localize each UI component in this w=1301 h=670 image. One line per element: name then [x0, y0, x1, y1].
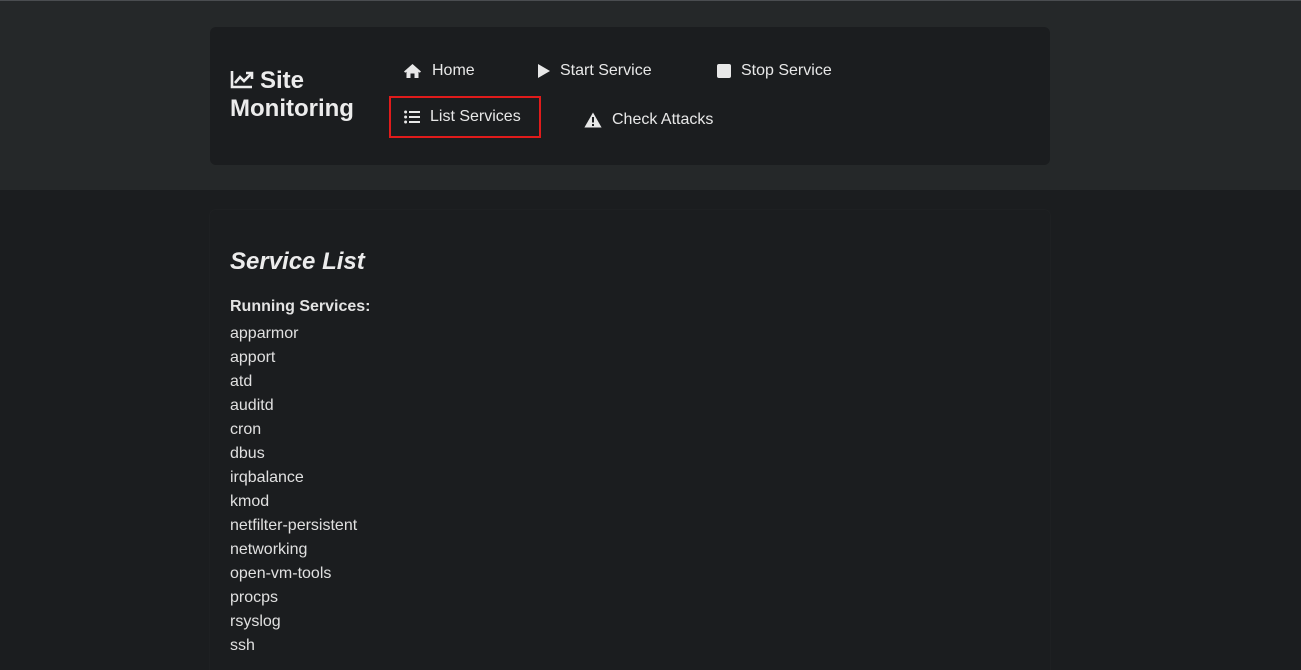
nav-list-services[interactable]: List Services [389, 96, 541, 138]
service-item: ssh [230, 637, 255, 654]
service-item: procps [230, 589, 279, 606]
list-icon [404, 110, 420, 124]
service-item: networking [230, 541, 308, 558]
running-services-label: Running Services: [230, 298, 371, 315]
service-item: irqbalance [230, 469, 304, 486]
nav-check-attacks-label: Check Attacks [612, 111, 714, 128]
header-card: Site Monitoring Home Start Service Stop … [210, 27, 1050, 165]
nav-start-service[interactable]: Start Service [537, 61, 652, 81]
warning-icon [584, 112, 602, 128]
service-list: apparmor apport atd auditd cron dbus irq… [230, 322, 357, 658]
stop-icon [717, 64, 731, 78]
service-item: netfilter-persistent [230, 517, 358, 534]
chart-line-icon [230, 71, 254, 89]
nav-check-attacks[interactable]: Check Attacks [584, 110, 713, 130]
nav-home[interactable]: Home [403, 61, 475, 81]
nav-list-services-label: List Services [430, 108, 521, 125]
service-item: apparmor [230, 325, 299, 342]
service-item: rsyslog [230, 613, 281, 630]
service-item: kmod [230, 493, 270, 510]
site-brand[interactable]: Site Monitoring [230, 67, 380, 123]
play-icon [538, 64, 550, 78]
service-item: cron [230, 421, 262, 438]
nav-stop-service[interactable]: Stop Service [716, 61, 832, 81]
nav-start-service-label: Start Service [560, 62, 652, 79]
nav-stop-service-label: Stop Service [741, 62, 832, 79]
content-card: Service List Running Services: apparmor … [210, 210, 1050, 670]
nav-home-label: Home [432, 62, 475, 79]
service-item: apport [230, 349, 276, 366]
service-item: atd [230, 373, 253, 390]
service-item: dbus [230, 445, 265, 462]
brand-line2: Monitoring [230, 95, 354, 122]
service-item: auditd [230, 397, 274, 414]
page-title: Service List [230, 248, 365, 275]
service-item: open-vm-tools [230, 565, 332, 582]
brand-line1: Site [260, 67, 305, 94]
home-icon [404, 64, 421, 78]
